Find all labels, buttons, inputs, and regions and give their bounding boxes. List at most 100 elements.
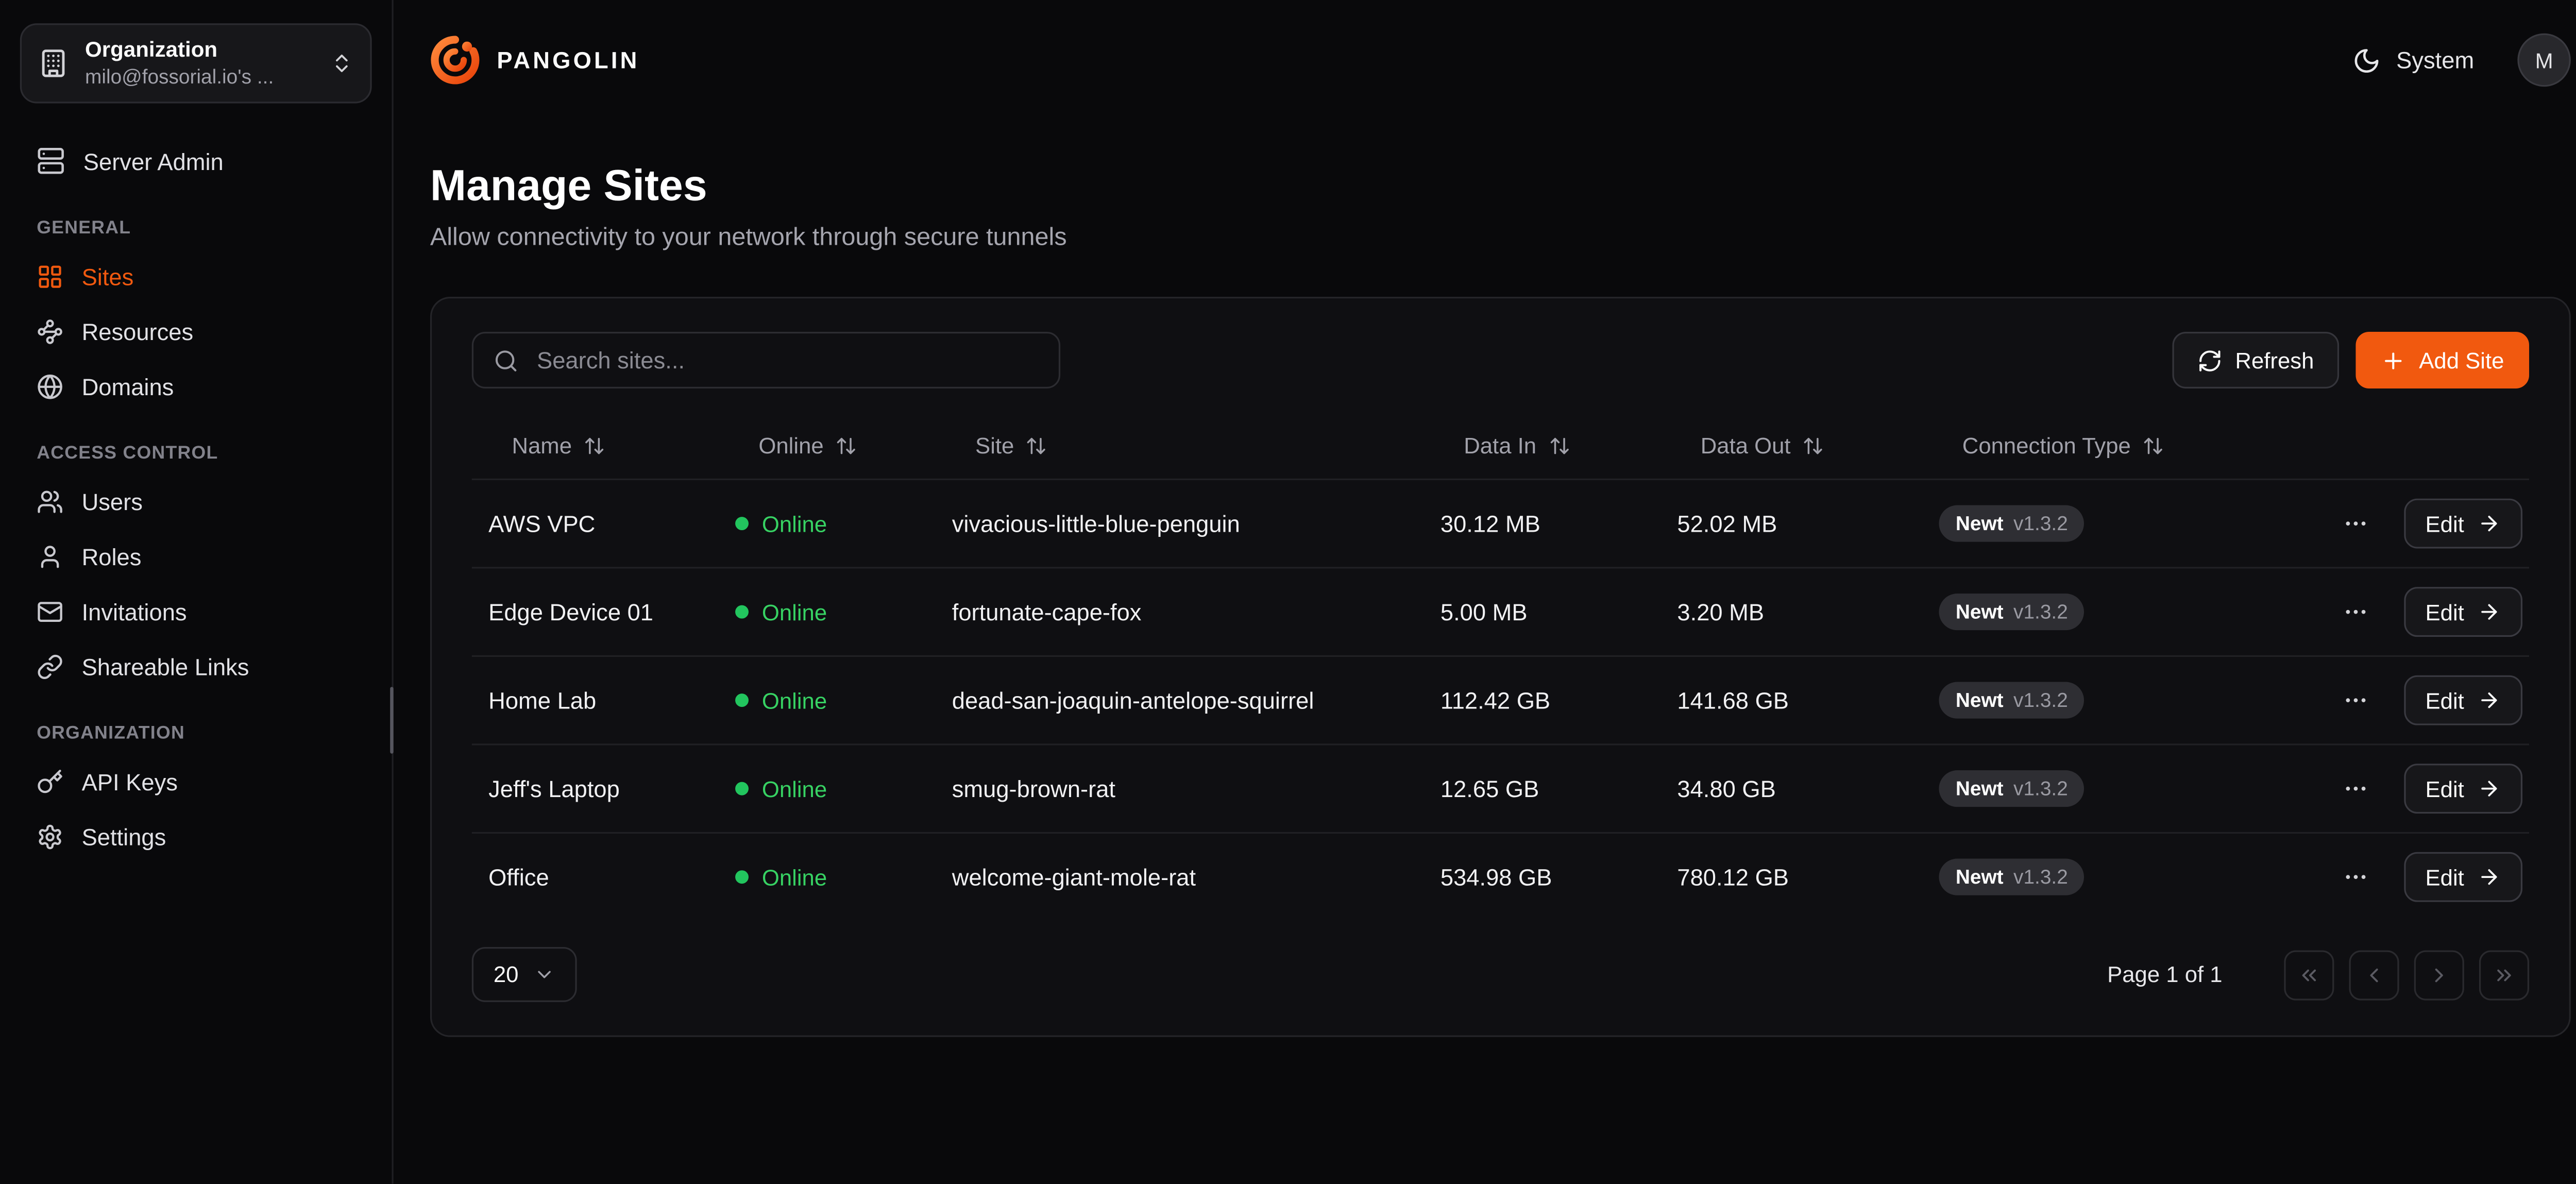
row-menu-button[interactable] [2337,770,2374,807]
avatar[interactable]: M [2517,33,2571,87]
connection-type: Newt [1956,688,2004,712]
sidebar-item-label: Users [82,488,143,515]
sidebar-item-resources[interactable]: Resources [20,303,372,359]
data-out-cell: 34.80 GB [1660,775,1922,802]
main-area: PANGOLIN System M Manage Sites Allow con… [394,0,2576,1184]
page-size-select[interactable]: 20 [472,947,577,1002]
column-header-connection-type[interactable]: Connection Type [1922,431,2289,460]
online-label: Online [762,776,827,801]
sidebar-item-users[interactable]: Users [20,473,372,529]
sidebar-item-settings[interactable]: Settings [20,808,372,864]
data-in-cell: 12.65 GB [1424,775,1661,802]
edit-button[interactable]: Edit [2403,852,2522,902]
site-name-cell: Office [472,864,719,890]
topbar: PANGOLIN System M [430,0,2571,120]
refresh-label: Refresh [2235,348,2314,373]
edit-button[interactable]: Edit [2403,764,2522,814]
connection-version: v1.3.2 [2013,600,2068,623]
pagination: Page 1 of 1 [2107,950,2529,1000]
sidebar-nav: Server Admin GENERAL Sites Resources Do [20,133,372,864]
ellipsis-icon [2342,599,2369,625]
row-menu-button[interactable] [2337,505,2374,542]
table-row: Office Online welcome-giant-mole-rat 534… [472,832,2529,921]
brand[interactable]: PANGOLIN [430,35,640,85]
data-in-cell: 30.12 MB [1424,510,1661,537]
sidebar-item-server-admin[interactable]: Server Admin [20,133,372,189]
column-header-data-out[interactable]: Data Out [1660,431,1922,460]
add-site-label: Add Site [2419,348,2504,373]
connection-type: Newt [1956,777,2004,800]
org-selector[interactable]: Organization milo@fossorial.io's ... [20,23,372,103]
layout-grid-icon [37,263,63,290]
next-page-button[interactable] [2414,950,2464,1000]
org-title: Organization [85,37,313,63]
mail-icon [37,598,63,624]
online-status-cell: Online [719,688,936,713]
online-dot [735,517,749,530]
sidebar-item-shareable-links[interactable]: Shareable Links [20,638,372,694]
column-header-site[interactable]: Site [935,431,1423,460]
site-tunnel-cell: fortunate-cape-fox [935,599,1423,625]
app-root: Organization milo@fossorial.io's ... Ser… [0,0,2576,1184]
table-header: Name Online Site Data In [472,412,2529,478]
row-actions-cell: Edit [2289,675,2529,725]
connection-badge: Newtv1.3.2 [1939,505,2084,542]
edit-button[interactable]: Edit [2403,499,2522,549]
ellipsis-icon [2342,864,2369,890]
row-menu-button[interactable] [2337,594,2374,630]
column-label: Connection Type [1962,433,2131,458]
connection-version: v1.3.2 [2013,688,2068,712]
table-row: Home Lab Online dead-san-joaquin-antelop… [472,655,2529,744]
column-header-data-in[interactable]: Data In [1424,431,1661,460]
connection-type: Newt [1956,512,2004,535]
sidebar-item-invitations[interactable]: Invitations [20,584,372,639]
sidebar-item-label: Shareable Links [82,653,249,680]
building-icon [38,48,68,78]
sort-icon [584,434,605,456]
data-in-cell: 5.00 MB [1424,599,1661,625]
previous-page-button[interactable] [2349,950,2399,1000]
topbar-right: System M [2343,33,2571,87]
sites-table: Name Online Site Data In [472,412,2529,920]
sidebar-item-domains[interactable]: Domains [20,359,372,414]
sidebar-scrollbar-thumb[interactable] [390,687,393,753]
org-text: Organization milo@fossorial.io's ... [85,37,313,90]
row-actions-cell: Edit [2289,764,2529,814]
section-label-general: GENERAL [20,198,372,248]
site-tunnel-cell: vivacious-little-blue-penguin [935,510,1423,537]
column-header-name[interactable]: Name [472,431,719,460]
refresh-button[interactable]: Refresh [2172,332,2339,388]
site-name-cell: Edge Device 01 [472,599,719,625]
search-icon [494,348,519,373]
server-icon [37,147,65,175]
search-box[interactable] [472,332,1060,388]
user-icon [37,543,63,569]
first-page-button[interactable] [2284,950,2334,1000]
sidebar-item-sites[interactable]: Sites [20,248,372,303]
sidebar-item-api-keys[interactable]: API Keys [20,754,372,809]
ellipsis-icon [2342,775,2369,802]
online-dot [735,782,749,796]
edit-label: Edit [2426,599,2464,624]
sidebar-item-roles[interactable]: Roles [20,529,372,584]
theme-toggle-button[interactable]: System [2343,44,2484,76]
search-input[interactable] [534,345,1039,375]
gear-icon [37,823,63,850]
row-menu-button[interactable] [2337,682,2374,719]
section-label-access-control: ACCESS CONTROL [20,424,372,473]
site-name-cell: Jeff's Laptop [472,775,719,802]
sidebar: Organization milo@fossorial.io's ... Ser… [0,0,394,1184]
edit-button[interactable]: Edit [2403,675,2522,725]
column-label: Data Out [1701,433,1791,458]
edit-button[interactable]: Edit [2403,587,2522,637]
sidebar-item-label: Roles [82,543,142,569]
last-page-button[interactable] [2479,950,2529,1000]
ellipsis-icon [2342,687,2369,714]
column-header-online[interactable]: Online [719,431,936,460]
connection-type: Newt [1956,865,2004,888]
add-site-button[interactable]: Add Site [2355,332,2529,388]
chevrons-right-icon [2493,963,2516,986]
sort-icon [1026,434,1047,456]
data-out-cell: 780.12 GB [1660,864,1922,890]
row-menu-button[interactable] [2337,859,2374,895]
